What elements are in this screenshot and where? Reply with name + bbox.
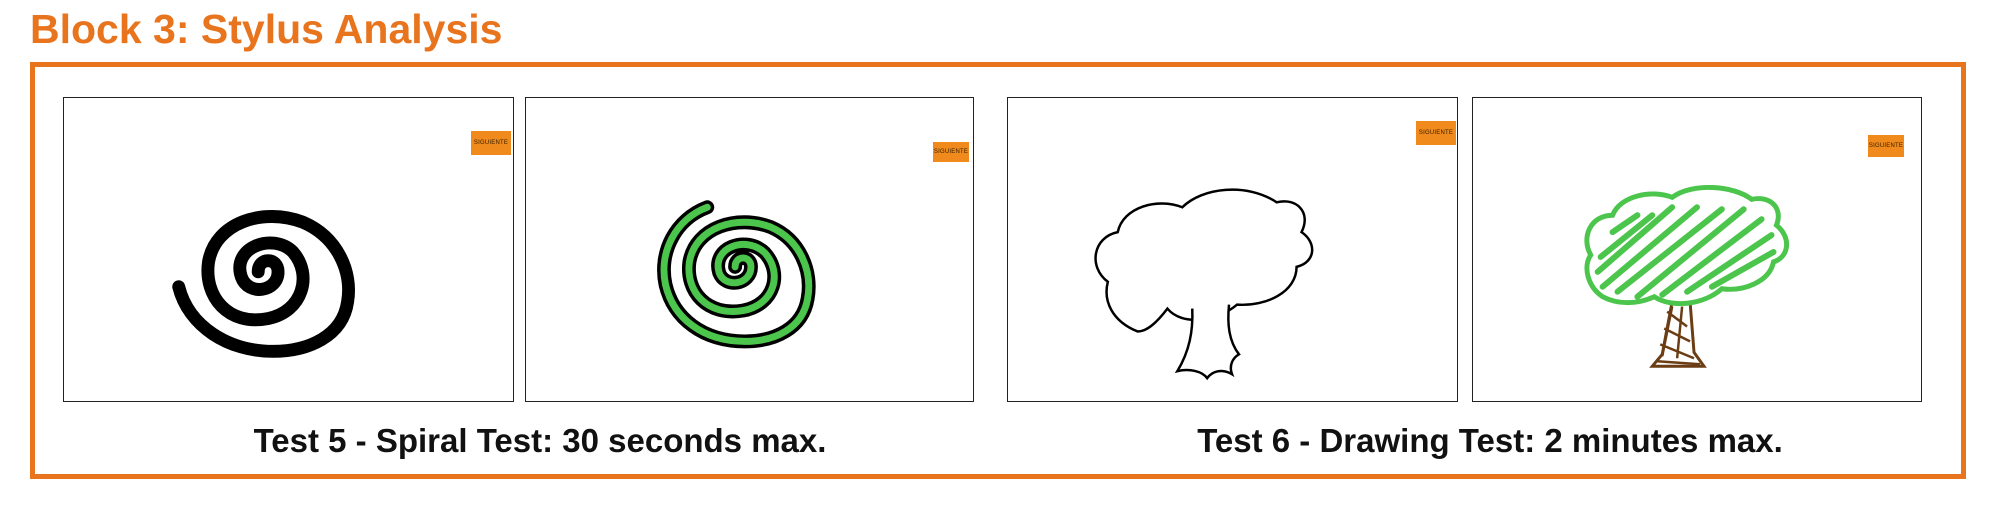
siguiente-button[interactable]: SIGUIENTE <box>933 142 969 162</box>
spiral-stroke <box>172 210 355 358</box>
siguiente-button[interactable]: SIGUIENTE <box>471 131 511 155</box>
tree-drawing <box>1094 188 1314 381</box>
siguiente-button[interactable]: SIGUIENTE <box>1416 121 1456 145</box>
tree-template-panel: SIGUIENTE <box>1007 97 1458 402</box>
tree-traced-panel: SIGUIENTE <box>1472 97 1922 402</box>
tree-traced-drawing <box>1584 185 1790 368</box>
spiral-traced-panel: SIGUIENTE <box>525 97 974 402</box>
spiral-template-panel: SIGUIENTE <box>63 97 514 402</box>
spiral-traced-drawing <box>657 200 816 349</box>
block-title: Block 3: Stylus Analysis <box>30 6 503 52</box>
test5-caption: Test 5 - Spiral Test: 30 seconds max. <box>253 422 827 459</box>
test6-caption: Test 6 - Drawing Test: 2 minutes max. <box>1197 422 1783 459</box>
spiral-drawing <box>172 210 355 358</box>
siguiente-button[interactable]: SIGUIENTE <box>1868 135 1904 157</box>
